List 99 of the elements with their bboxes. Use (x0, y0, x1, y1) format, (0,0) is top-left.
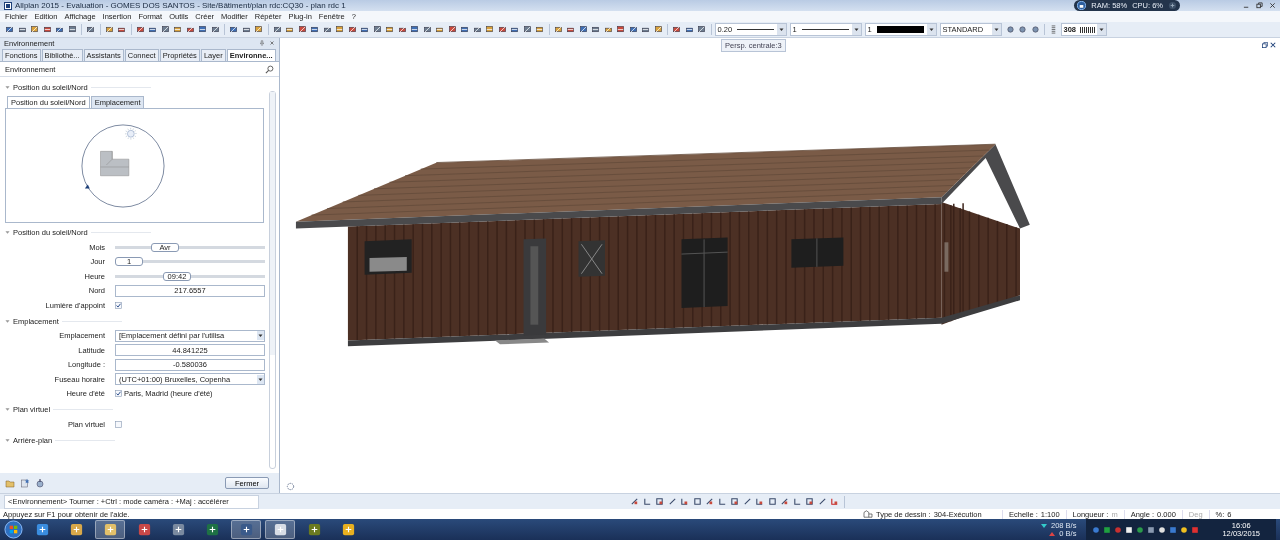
tool-icon[interactable] (410, 25, 420, 34)
circle-icon[interactable] (1018, 25, 1028, 34)
scrollbar[interactable] (269, 91, 276, 469)
tool-icon[interactable] (767, 497, 777, 506)
tool-icon[interactable] (447, 25, 457, 34)
tool-icon[interactable] (497, 25, 507, 34)
tool-icon[interactable] (86, 25, 96, 34)
app-icon[interactable] (34, 522, 50, 537)
tool-icon[interactable] (198, 25, 208, 34)
tool-icon[interactable] (472, 25, 482, 34)
tool-icon[interactable] (335, 25, 345, 34)
upload-arrow-icon (1049, 531, 1056, 536)
tool-icon[interactable] (672, 25, 682, 34)
window-title: Allplan 2015 - Evaluation - GOMES DOS SANTOS - Site/Bâtiment/plan rdc:CQ30 - plan rdc 1 (15, 1, 346, 10)
app-icon[interactable] (272, 522, 288, 537)
app-icon[interactable] (68, 522, 84, 537)
tool-icon[interactable] (104, 25, 114, 34)
tool-icon[interactable] (30, 25, 40, 34)
tool-icon[interactable] (653, 25, 663, 34)
tool-icon[interactable] (535, 25, 545, 34)
tool-icon[interactable] (55, 25, 65, 34)
tool-icon[interactable] (485, 25, 495, 34)
tool-icon[interactable] (322, 25, 332, 34)
caret-icon[interactable] (257, 331, 264, 341)
checkbox[interactable] (115, 420, 122, 428)
tool-icon[interactable] (680, 497, 690, 506)
tool-icon[interactable] (510, 25, 520, 34)
caret-icon[interactable] (257, 374, 264, 384)
tool-icon[interactable] (117, 25, 127, 34)
app-icon[interactable] (306, 522, 322, 537)
tool-icon[interactable] (254, 25, 264, 34)
tool-icon[interactable] (241, 25, 251, 34)
tool-icon[interactable] (705, 497, 715, 506)
drawing-type-icon (863, 510, 873, 518)
tool-icon[interactable] (67, 25, 77, 34)
tool-icon[interactable] (5, 25, 15, 34)
circle-icon[interactable] (1030, 25, 1040, 34)
tool-icon[interactable] (347, 25, 357, 34)
app-icon[interactable] (102, 522, 118, 537)
tool-icon[interactable] (372, 25, 382, 34)
caret-icon[interactable] (1096, 24, 1106, 35)
tool-icon[interactable] (272, 25, 282, 34)
close-icon[interactable] (269, 40, 275, 46)
tool-icon[interactable] (148, 25, 158, 34)
tool-icon[interactable] (435, 25, 445, 34)
tool-icon[interactable] (641, 25, 651, 34)
tool-icon[interactable] (566, 25, 576, 34)
close-icon[interactable] (1270, 42, 1276, 48)
tool-icon[interactable] (522, 25, 532, 34)
checkbox[interactable] (115, 301, 122, 309)
download-arrow-icon (1041, 523, 1047, 528)
reset-icon[interactable] (35, 478, 45, 488)
restore-icon[interactable] (1262, 42, 1268, 48)
app-icon[interactable] (340, 522, 356, 537)
plus-icon[interactable] (1168, 1, 1177, 10)
tool-icon[interactable] (42, 25, 52, 34)
circle-icon[interactable] (1005, 25, 1015, 34)
tool-icon[interactable] (297, 25, 307, 34)
tool-icon[interactable] (830, 497, 840, 506)
close-icon[interactable] (1269, 2, 1276, 9)
tool-icon[interactable] (210, 25, 220, 34)
tool-icon[interactable] (460, 25, 470, 34)
tool-icon[interactable] (697, 25, 707, 34)
tool-icon[interactable] (755, 497, 765, 506)
caret-icon[interactable] (926, 24, 936, 35)
tool-icon[interactable] (229, 25, 239, 34)
tool-icon[interactable] (160, 25, 170, 34)
tool-icon[interactable] (185, 25, 195, 34)
app-icon[interactable] (238, 522, 254, 537)
tool-icon[interactable] (630, 497, 640, 506)
app-icon[interactable] (136, 522, 152, 537)
checkbox[interactable] (115, 390, 122, 398)
tool-icon[interactable] (616, 25, 626, 34)
caret-icon[interactable] (776, 24, 786, 35)
caret-icon[interactable] (991, 24, 1001, 35)
app-icon[interactable] (170, 522, 186, 537)
tool-icon[interactable] (603, 25, 613, 34)
tool-icon[interactable] (397, 25, 407, 34)
app-icon[interactable] (204, 522, 220, 537)
tool-icon[interactable] (385, 25, 395, 34)
star-document-icon[interactable] (20, 478, 30, 488)
tool-icon[interactable] (628, 25, 638, 34)
restore-icon[interactable] (1256, 2, 1263, 9)
start-button[interactable] (4, 520, 23, 539)
caret-icon[interactable] (851, 24, 861, 35)
tool-icon[interactable] (692, 497, 702, 506)
tool-icon[interactable] (173, 25, 183, 34)
tool-icon[interactable] (285, 25, 295, 34)
tool-icon[interactable] (780, 497, 790, 506)
tool-icon[interactable] (591, 25, 601, 34)
tool-icon[interactable] (135, 25, 145, 34)
search-icon[interactable] (265, 64, 274, 74)
tool-icon[interactable] (422, 25, 432, 34)
tool-icon[interactable] (310, 25, 320, 34)
tool-icon[interactable] (553, 25, 563, 34)
tool-icon[interactable] (578, 25, 588, 34)
tool-icon[interactable] (684, 25, 694, 34)
tool-icon[interactable] (360, 25, 370, 34)
tool-icon[interactable] (17, 25, 27, 34)
